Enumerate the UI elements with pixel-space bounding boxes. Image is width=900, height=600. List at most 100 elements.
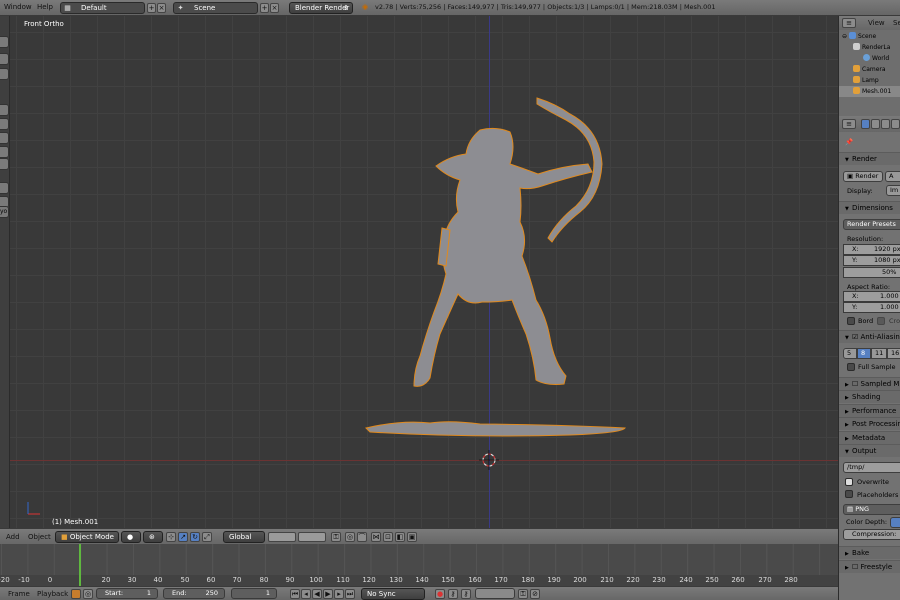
shelf-tab-6[interactable] [0,132,9,144]
outliner-item-camera[interactable]: Camera [839,64,900,75]
panel-performance[interactable]: ▶ Performance [839,404,900,417]
menu-object[interactable]: Object [28,533,51,541]
animation-button[interactable]: A [885,171,900,182]
world-tab-icon[interactable] [891,119,900,129]
panel-output[interactable]: ▼ Output [839,444,900,457]
falloff-icon[interactable]: ⌒ [357,532,367,542]
aspect-x-field[interactable]: X: 1.000 [843,291,900,302]
next-key-icon[interactable]: ▸ [334,589,344,599]
keying-set-field[interactable] [475,588,515,599]
outliner-item-mesh[interactable]: Mesh.001 [839,86,900,97]
camera-render-icon[interactable]: ▣ [407,532,417,542]
panel-bake[interactable]: ▶ Bake [839,546,900,559]
keyset-icon[interactable]: ⚷ [461,589,471,599]
preview-range-icon[interactable]: ◎ [83,589,93,599]
scene-tab-icon[interactable] [881,119,890,129]
properties-editor[interactable]: ≡ 📌 ▼ Render ▣ Render A Display: Im ▼ Dime… [838,116,900,600]
shelf-tab-3[interactable] [0,68,9,80]
play-reverse-icon[interactable]: ◀ [312,589,322,599]
jump-end-icon[interactable]: ⏭ [345,589,355,599]
panel-dimensions[interactable]: ▼ Dimensions [839,201,900,214]
3d-viewport[interactable]: Front Ortho (1) Mesh.001 [10,16,838,528]
shelf-tab-11[interactable]: yo [0,206,9,218]
record-icon[interactable]: ● [435,589,445,599]
keyframe-icon[interactable]: ⚷ [448,589,458,599]
orientation-dropdown[interactable]: Global [223,531,265,543]
border-checkbox[interactable] [847,317,855,325]
timeline-track[interactable] [0,544,838,575]
remove-scene-button[interactable]: × [270,3,279,13]
rotate-icon[interactable]: ↻ [190,532,200,542]
mode-dropdown[interactable]: ■ Object Mode [55,531,119,543]
prev-key-icon[interactable]: ◂ [301,589,311,599]
aa-samples-11[interactable]: 11 [871,348,887,359]
pin-icon[interactable]: 📌 [845,138,853,146]
renderlayers-tab-icon[interactable] [871,119,880,129]
panel-shading[interactable]: ▶ Shading [839,390,900,403]
full-sample-checkbox[interactable] [847,363,855,371]
keying-icon[interactable] [71,589,81,599]
panel-metadata[interactable]: ▶ Metadata [839,431,900,444]
proportional-edit-icon[interactable]: ◎ [345,532,355,542]
current-frame-field[interactable]: 1 [231,588,277,599]
aspect-y-field[interactable]: Y: 1.000 [843,302,900,313]
shelf-tab-4[interactable] [0,104,9,116]
add-scene-button[interactable]: + [260,3,269,13]
shelf-tab-5[interactable] [0,118,9,130]
jump-start-icon[interactable]: ⏮ [290,589,300,599]
layers-block-1[interactable] [268,532,296,542]
shelf-tab-2[interactable] [0,53,9,65]
resolution-x-field[interactable]: X: 1920 px [843,244,900,255]
shelf-tab-1[interactable] [0,36,9,48]
layers-block-2[interactable] [298,532,326,542]
compression-slider[interactable]: Compression: [843,529,900,540]
render-button[interactable]: ▣ Render [843,171,883,182]
outliner-item-lamp[interactable]: Lamp [839,75,900,86]
end-frame-field[interactable]: End: 250 [163,588,225,599]
outliner-search-menu[interactable]: Se [893,19,900,27]
outliner[interactable]: ≡ View Se ⊖ Scene RenderLa World Camera … [838,16,900,116]
display-dropdown[interactable]: Im [886,185,900,196]
sync-dropdown[interactable]: No Sync [361,588,425,600]
start-frame-field[interactable]: Start: 1 [96,588,158,599]
outliner-view-menu[interactable]: View [868,19,885,27]
resolution-percentage-slider[interactable]: 50% [843,267,900,278]
menu-help[interactable]: Help [37,3,53,11]
translate-icon[interactable]: ↗ [178,532,188,542]
panel-post-processing[interactable]: ▶Post Processing [839,417,900,430]
manipulator-toggle[interactable]: ⊹ [166,532,176,542]
timeline[interactable]: -20 -10 0 20 30 40 50 60 70 80 90 100 110 120 130 140 15… [0,544,838,586]
panel-anti-aliasing[interactable]: ▼ ☑ Anti-Aliasin [839,330,900,343]
resolution-y-field[interactable]: Y: 1080 px [843,255,900,266]
archer-mesh[interactable] [10,16,838,528]
outliner-item-scene[interactable]: ⊖ Scene [839,31,900,42]
snap-element-icon[interactable]: ⊡ [383,532,393,542]
crop-checkbox[interactable] [877,317,885,325]
add-layout-button[interactable]: + [147,3,156,13]
pivot-dropdown[interactable]: ⊛ [143,531,163,543]
insert-key-icon[interactable]: ⚿ [518,589,528,599]
overwrite-checkbox[interactable] [845,478,853,486]
menu-playback[interactable]: Playback [37,590,68,598]
menu-window[interactable]: Window [4,3,32,11]
placeholders-checkbox[interactable] [845,490,853,498]
render-engine-dropdown[interactable]: Blender Render ⇕ [289,2,353,14]
shelf-tab-8[interactable] [0,158,9,170]
panel-render[interactable]: ▼ Render [839,152,900,165]
panel-freestyle[interactable]: ▶ ☐ Freestyle [839,560,900,573]
delete-key-icon[interactable]: ⊘ [530,589,540,599]
shelf-tab-9[interactable] [0,182,9,194]
menu-add[interactable]: Add [6,533,20,541]
shading-dropdown[interactable]: ● [121,531,141,543]
aa-samples-5[interactable]: 5 [843,348,857,359]
editor-type-icon[interactable]: ≡ [842,119,856,129]
render-presets-dropdown[interactable]: Render Presets [843,219,900,230]
editor-type-icon[interactable]: ≡ [842,18,856,28]
lock-icon[interactable]: ⚿ [331,532,341,542]
snap-icon[interactable]: ⋈ [371,532,381,542]
render-preview-icon[interactable]: ◧ [395,532,405,542]
file-format-dropdown[interactable]: ▤ PNG [843,504,900,515]
scene-field[interactable]: ✦ Scene [173,2,258,14]
shelf-tab-7[interactable] [0,146,9,158]
current-frame-marker[interactable] [79,544,81,586]
